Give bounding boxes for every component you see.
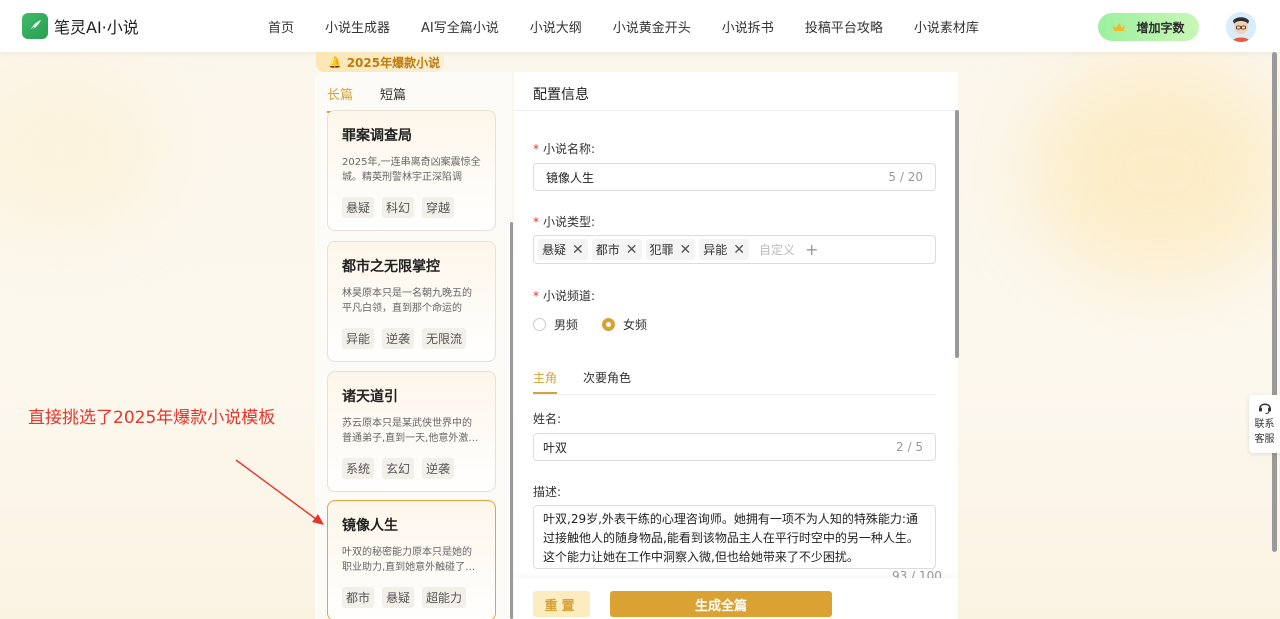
channel-label: * 小说频道: xyxy=(533,289,596,303)
card-tag: 穿越 xyxy=(422,197,455,218)
card-description: 2025年,一连串离奇凶案震惊全城。精英刑警林宇正深陷调查… xyxy=(342,157,481,183)
nav-golden-opening[interactable]: 小说黄金开头 xyxy=(613,17,691,36)
novel-name-value: 镜像人生 xyxy=(546,170,595,185)
card-tag: 逆袭 xyxy=(422,458,455,479)
logo[interactable]: 笔灵AI·小说 xyxy=(22,13,139,39)
template-list-scrollbar[interactable] xyxy=(510,222,513,619)
feather-logo-icon xyxy=(22,13,48,39)
user-avatar[interactable] xyxy=(1226,12,1256,42)
config-panel: 配置信息 * 小说名称: 镜像人生 5 / 20 * 小说类型: 悬疑 ✕ 都市 ✕ 犯… xyxy=(514,72,958,619)
page-scrollbar[interactable] xyxy=(1272,52,1277,552)
headset-icon xyxy=(1258,403,1271,414)
card-tag: 超能力 xyxy=(422,587,467,608)
remove-tag-icon[interactable]: ✕ xyxy=(733,242,745,258)
add-words-button[interactable]: 增加字数 xyxy=(1098,13,1199,41)
reset-button[interactable]: 重置 xyxy=(533,591,590,617)
card-tags: 系统 玄幻 逆袭 xyxy=(342,458,462,479)
card-tags: 悬疑 科幻 穿越 xyxy=(342,197,462,218)
radio-male[interactable] xyxy=(533,318,546,331)
card-tag: 玄幻 xyxy=(382,458,415,479)
type-tag: 悬疑 ✕ xyxy=(538,239,588,260)
custom-type-input[interactable]: 自定义 + xyxy=(759,240,818,259)
action-bar: 重置 生成全篇 xyxy=(514,578,958,619)
radio-female[interactable] xyxy=(602,318,616,331)
length-tabs: 长篇 短篇 xyxy=(327,84,433,113)
card-tags: 都市 悬疑 超能力 xyxy=(342,587,474,608)
annotation-arrow-icon xyxy=(235,459,324,525)
type-tag: 都市 ✕ xyxy=(591,239,642,260)
avatar-icon xyxy=(1226,12,1256,42)
remove-tag-icon[interactable]: ✕ xyxy=(572,242,584,258)
plus-icon[interactable]: + xyxy=(805,240,818,259)
nav-outline[interactable]: 小说大纲 xyxy=(530,17,582,36)
card-tag: 科幻 xyxy=(382,197,415,218)
card-tag: 无限流 xyxy=(422,328,467,349)
hot-novel-badge: 🔔 2025年爆款小说 xyxy=(316,52,444,72)
nav-home[interactable]: 首页 xyxy=(268,17,294,36)
tab-short[interactable]: 短篇 xyxy=(380,84,406,113)
template-card[interactable]: 都市之无限掌控 林昊原本只是一名朝九晚五的平凡白领，直到那个命运的夜… 异能 逆… xyxy=(327,241,496,362)
nav-novel-generator[interactable]: 小说生成器 xyxy=(325,17,390,36)
tab-secondary-roles[interactable]: 次要角色 xyxy=(583,369,631,394)
remove-tag-icon[interactable]: ✕ xyxy=(680,242,692,258)
card-title: 罪案调查局 xyxy=(342,128,412,144)
customer-service-button[interactable]: 联系 客服 xyxy=(1249,395,1280,453)
card-description: 苏云原本只是某武侠世界中的普通弟子,直到一天,他意外激… xyxy=(342,418,479,444)
description-label: 描述: xyxy=(533,485,562,499)
role-name-value: 叶双 xyxy=(543,440,568,455)
logo-text: 笔灵AI·小说 xyxy=(54,18,139,37)
channel-radio-group: 男频 女频 xyxy=(533,316,671,333)
tab-protagonist[interactable]: 主角 xyxy=(533,369,558,394)
card-description: 林昊原本只是一名朝九晚五的平凡白领，直到那个命运的夜… xyxy=(342,288,472,314)
badge-label: 2025年爆款小说 xyxy=(346,55,441,70)
card-tags: 异能 逆袭 无限流 xyxy=(342,328,474,349)
main-nav: 首页 小说生成器 AI写全篇小说 小说大纲 小说黄金开头 小说拆书 投稿平台攻略… xyxy=(268,0,979,52)
card-title: 都市之无限掌控 xyxy=(342,259,440,275)
novel-type-tags[interactable]: 悬疑 ✕ 都市 ✕ 犯罪 ✕ 异能 ✕ 自定义 + xyxy=(533,235,936,264)
contact-line2: 客服 xyxy=(1254,434,1275,445)
radio-male-label: 男频 xyxy=(554,318,579,332)
template-card[interactable]: 诸天道引 苏云原本只是某武侠世界中的普通弟子,直到一天,他意外激… 系统 玄幻 … xyxy=(327,371,496,492)
novel-name-count: 5 / 20 xyxy=(888,170,923,184)
card-title: 诸天道引 xyxy=(342,389,398,405)
radio-female-label: 女频 xyxy=(623,318,648,332)
nav-ai-full-novel[interactable]: AI写全篇小说 xyxy=(421,17,499,36)
config-scrollbar[interactable] xyxy=(955,110,959,358)
novel-name-input[interactable]: 镜像人生 5 / 20 xyxy=(533,163,936,191)
novel-type-label: * 小说类型: xyxy=(533,215,596,229)
card-tag: 逆袭 xyxy=(382,328,415,349)
role-name-count: 2 / 5 xyxy=(896,440,923,454)
card-title: 镜像人生 xyxy=(342,518,398,534)
card-tag: 都市 xyxy=(342,587,375,608)
nav-book-breakdown[interactable]: 小说拆书 xyxy=(722,17,774,36)
role-tabs: 主角 次要角色 xyxy=(533,369,936,395)
description-textarea[interactable]: 叶双,29岁,外表干练的心理咨询师。她拥有一项不为人知的特殊能力:通过接触他人的… xyxy=(533,505,936,569)
contact-line1: 联系 xyxy=(1254,419,1275,430)
novel-name-label: * 小说名称: xyxy=(533,142,596,156)
card-tag: 悬疑 xyxy=(342,197,375,218)
tab-long[interactable]: 长篇 xyxy=(327,84,354,113)
card-tag: 系统 xyxy=(342,458,375,479)
nav-material-library[interactable]: 小说素材库 xyxy=(914,17,979,36)
template-card-selected[interactable]: 镜像人生 叶双的秘密能力原本只是她的职业助力,直到她意外触碰了… 都市 悬疑 超… xyxy=(327,500,496,619)
config-heading: 配置信息 xyxy=(514,72,958,111)
bell-icon: 🔔 xyxy=(328,55,342,69)
template-card[interactable]: 罪案调查局 2025年,一连串离奇凶案震惊全城。精英刑警林宇正深陷调查… 悬疑 … xyxy=(327,110,496,231)
role-name-input[interactable]: 叶双 2 / 5 xyxy=(533,433,936,461)
nav-submission-guide[interactable]: 投稿平台攻略 xyxy=(805,17,883,36)
annotation-text: 直接挑选了2025年爆款小说模板 xyxy=(28,408,276,428)
card-tag: 悬疑 xyxy=(382,587,415,608)
remove-tag-icon[interactable]: ✕ xyxy=(626,242,638,258)
type-tag: 犯罪 ✕ xyxy=(645,239,696,260)
template-panel: 长篇 短篇 罪案调查局 2025年,一连串离奇凶案震惊全城。精英刑警林宇正深陷调… xyxy=(315,72,512,619)
add-words-label: 增加字数 xyxy=(1136,20,1185,35)
card-description: 叶双的秘密能力原本只是她的职业助力,直到她意外触碰了… xyxy=(342,547,476,573)
top-header: 笔灵AI·小说 首页 小说生成器 AI写全篇小说 小说大纲 小说黄金开头 小说拆… xyxy=(0,0,1280,52)
crown-icon xyxy=(1113,23,1126,31)
type-tag: 异能 ✕ xyxy=(699,239,749,260)
card-tag: 异能 xyxy=(342,328,375,349)
generate-full-button[interactable]: 生成全篇 xyxy=(610,591,832,617)
role-name-label: 姓名: xyxy=(533,412,562,426)
